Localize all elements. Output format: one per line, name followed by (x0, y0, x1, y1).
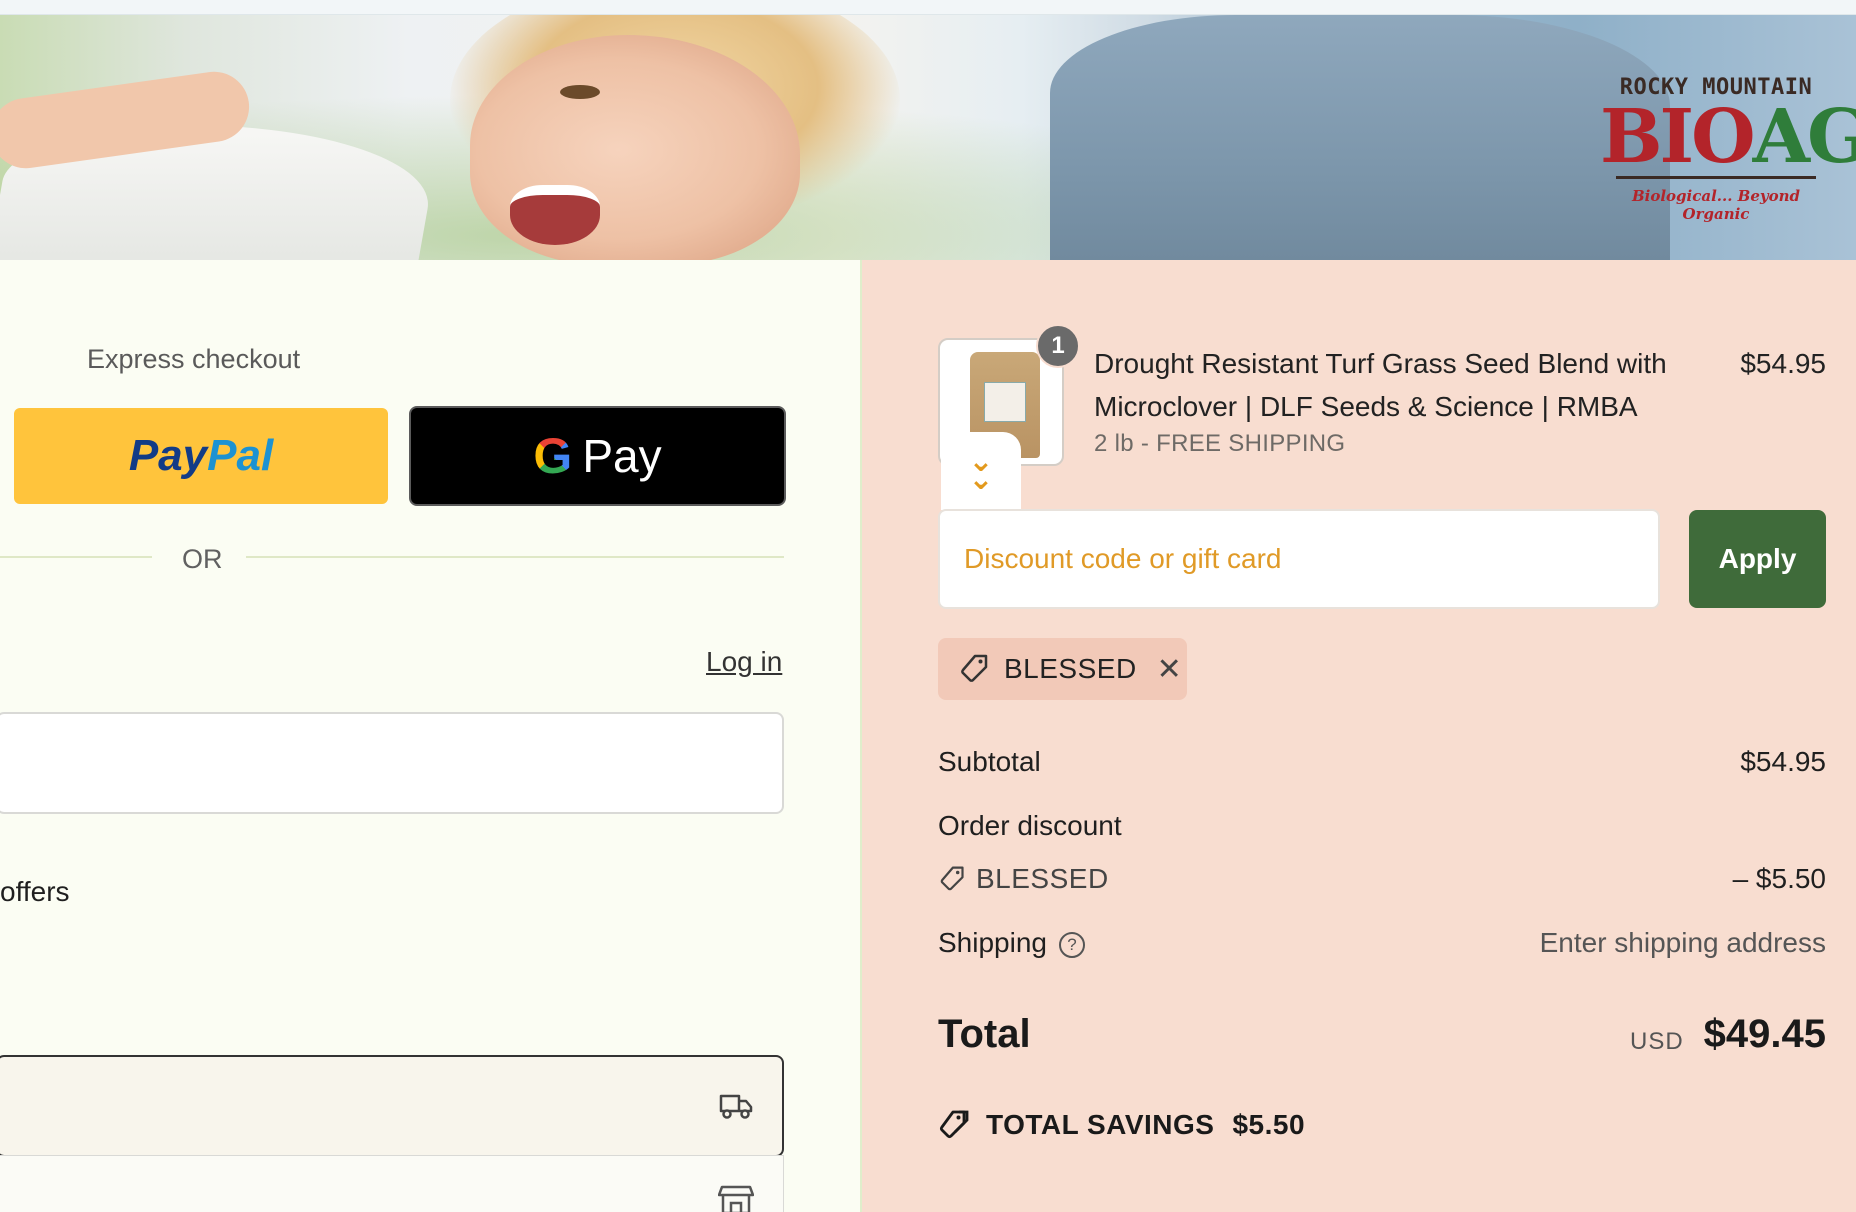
chevron-down-icon[interactable]: ⌄ ⌄ (941, 432, 1021, 510)
browser-top-strip (0, 0, 1856, 15)
express-checkout-title: Express checkout (87, 344, 301, 374)
savings-tag-icon (939, 1110, 969, 1139)
total-value: $49.45 (1703, 1012, 1826, 1056)
or-separator: OR (182, 544, 223, 574)
total-currency: USD (1630, 1028, 1684, 1055)
store-logo[interactable]: ROCKY MOUNTAIN BIOAG Biological... Beyon… (1600, 75, 1856, 235)
discount-code-input[interactable] (938, 509, 1660, 609)
paypal-logo-pay: Pay (128, 431, 208, 480)
applied-discount-code: BLESSED (1004, 653, 1137, 684)
quantity-badge: 1 (1036, 324, 1080, 368)
shipping-value: Enter shipping address (1539, 927, 1826, 958)
offers-checkbox-label[interactable]: offers (0, 876, 70, 908)
help-icon[interactable]: ? (1058, 931, 1085, 958)
banner-child-eye (560, 85, 600, 99)
banner-adult-figure (1050, 15, 1670, 260)
google-pay-label: Pay (582, 430, 662, 482)
paypal-logo-pal: Pal (207, 431, 274, 480)
shipping-label: Shipping? (938, 927, 1085, 959)
truck-icon (719, 1094, 753, 1119)
total-savings-value: $5.50 (1232, 1109, 1306, 1140)
product-title: Drought Resistant Turf Grass Seed Blend … (1094, 348, 1667, 422)
order-discount-label: Order discount (938, 810, 1122, 841)
paypal-button[interactable]: Pay Pal (14, 408, 388, 504)
login-link[interactable]: Log in (706, 646, 782, 678)
apply-discount-button[interactable]: Apply (1689, 510, 1826, 608)
total-label: Total (938, 1012, 1031, 1056)
header-banner: ROCKY MOUNTAIN BIOAG Biological... Beyon… (0, 15, 1856, 260)
google-g-icon: G (533, 428, 573, 484)
or-divider-left (0, 556, 152, 558)
total-savings: TOTAL SAVINGS $5.50 (938, 1108, 1305, 1142)
or-divider-right (246, 556, 784, 558)
subtotal-value: $54.95 (1740, 746, 1826, 777)
google-pay-button[interactable]: G Pay (409, 406, 786, 506)
product-variant: 2 lb - FREE SHIPPING (1094, 430, 1346, 457)
product-price: $54.95 (1740, 348, 1826, 379)
store-icon (718, 1185, 754, 1212)
shipping-label-text: Shipping (938, 927, 1047, 958)
banner-child-mouth (510, 185, 600, 245)
order-discount-code-text: BLESSED (976, 863, 1109, 894)
subtotal-label: Subtotal (938, 746, 1041, 777)
logo-tagline: Biological... Beyond Organic (1631, 187, 1801, 223)
email-field[interactable] (0, 712, 784, 814)
applied-discount-chip: BLESSED ✕ (938, 638, 1187, 700)
order-discount-code: BLESSED (938, 863, 1109, 895)
delivery-option-pickup[interactable] (0, 1155, 784, 1212)
total-savings-label: TOTAL SAVINGS (986, 1109, 1215, 1140)
logo-wordmark: BIOAG (1600, 94, 1856, 180)
remove-discount-close-icon[interactable]: ✕ (1157, 652, 1182, 687)
delivery-option-ship[interactable] (0, 1055, 784, 1157)
tag-icon (961, 654, 988, 682)
tag-icon (940, 866, 964, 891)
order-discount-value: – $5.50 (1732, 863, 1826, 894)
